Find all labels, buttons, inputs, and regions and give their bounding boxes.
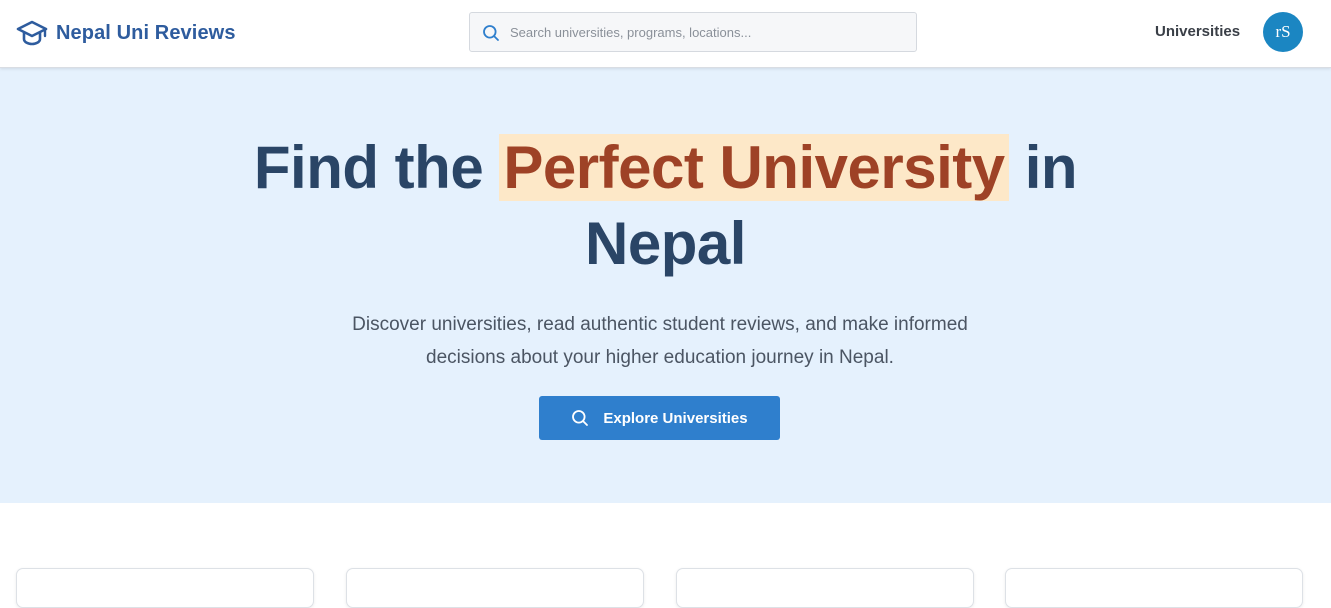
hero-title: Find the Perfect University in Nepal xyxy=(0,130,1331,282)
nav-universities-link[interactable]: Universities xyxy=(1155,23,1240,40)
top-navbar: Nepal Uni Reviews Universities rS xyxy=(0,0,1331,68)
hero-title-line-2: Nepal xyxy=(585,210,746,277)
search-input[interactable] xyxy=(508,13,908,51)
hero-subtitle: Discover universities, read authentic st… xyxy=(352,314,968,368)
feature-card xyxy=(16,568,314,608)
search-icon xyxy=(572,410,589,426)
hero-title-highlight: Perfect University xyxy=(499,134,1009,201)
user-avatar[interactable]: rS xyxy=(1263,12,1303,52)
hero-title-before: Find the xyxy=(253,134,484,201)
search-bar xyxy=(469,12,917,52)
feature-card xyxy=(676,568,974,608)
hero-section: Find the Perfect University in Nepal Dis… xyxy=(0,68,1331,503)
hero-title-after: in xyxy=(1024,134,1078,201)
graduation-cap-icon xyxy=(16,20,48,46)
brand-link[interactable]: Nepal Uni Reviews xyxy=(16,18,236,48)
explore-universities-button[interactable]: Explore Universities xyxy=(539,396,780,440)
search-icon xyxy=(483,25,499,41)
feature-card xyxy=(346,568,644,608)
explore-universities-label: Explore Universities xyxy=(603,409,748,427)
hero-title-line-1: Find the Perfect University in xyxy=(0,130,1331,206)
brand-name: Nepal Uni Reviews xyxy=(56,21,236,44)
feature-card xyxy=(1005,568,1303,608)
